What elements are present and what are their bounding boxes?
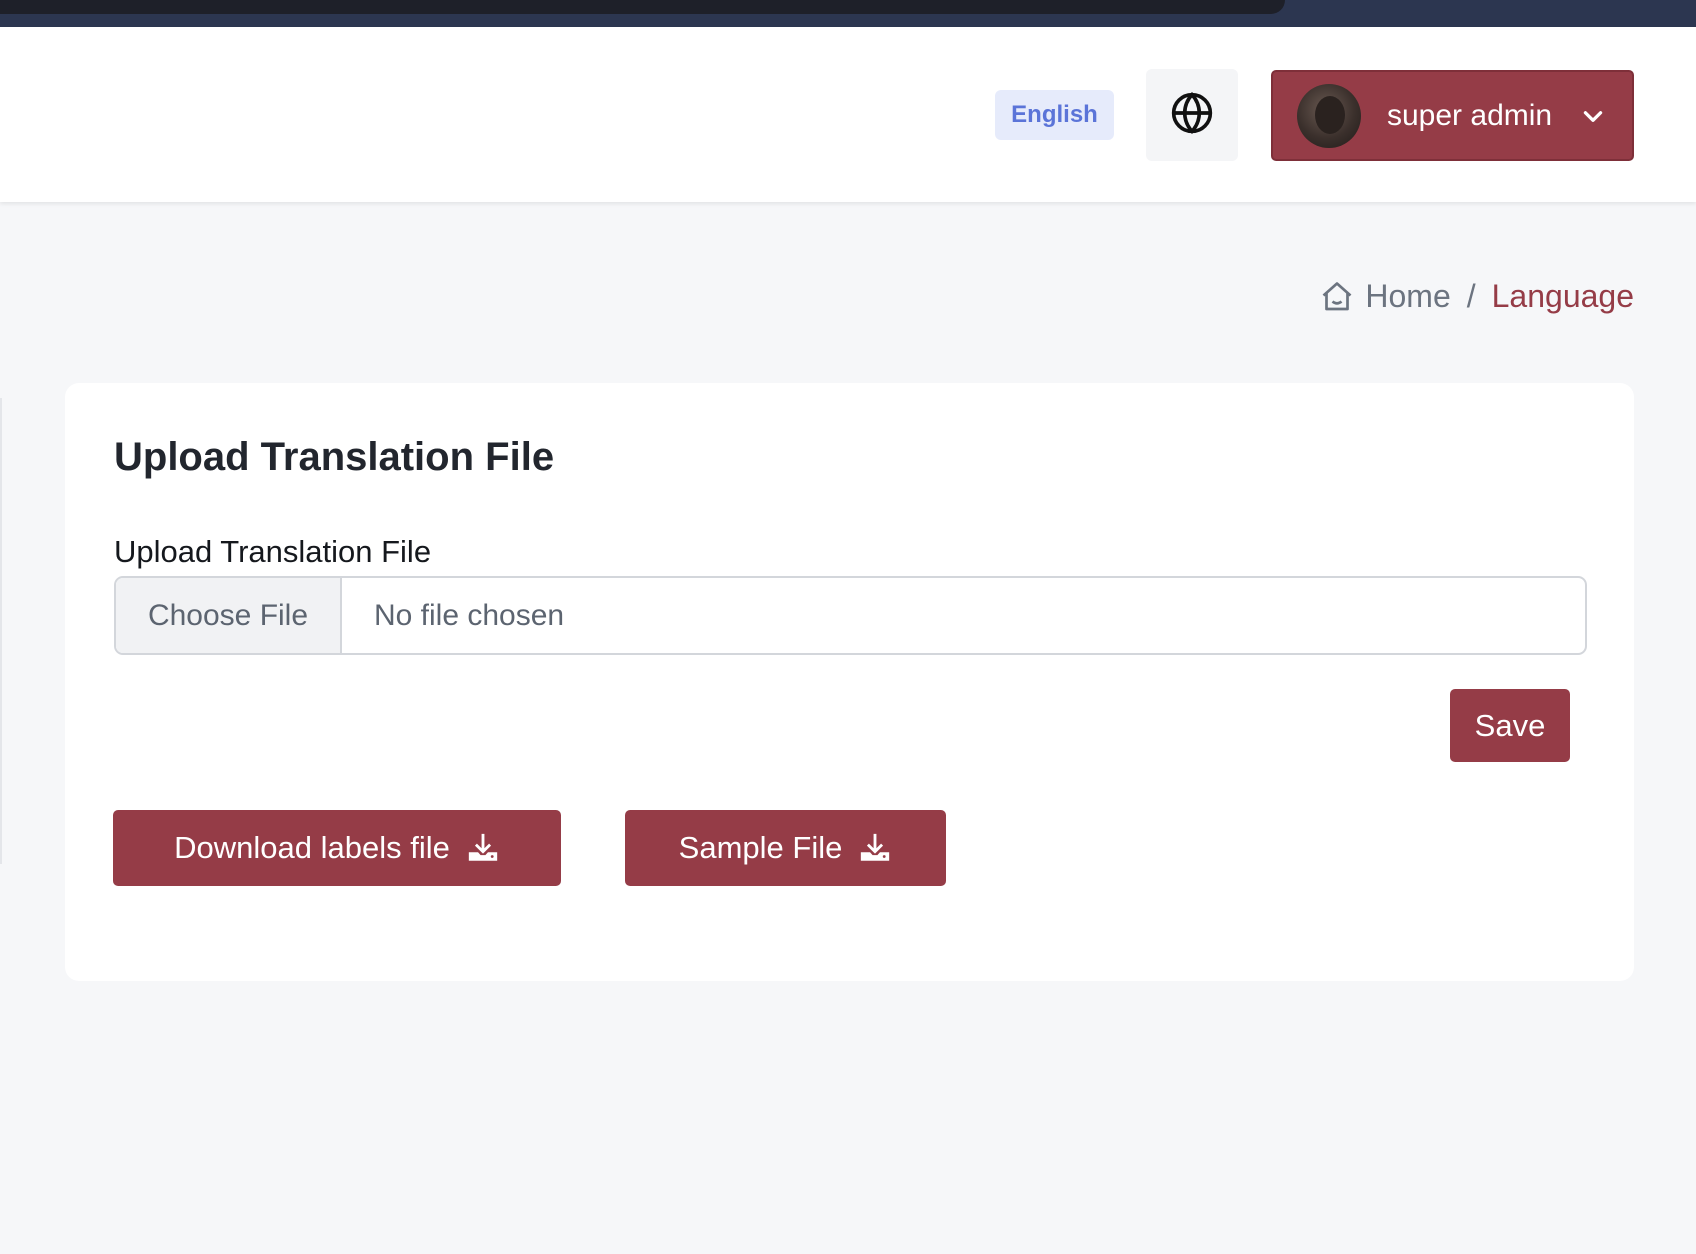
choose-file-button[interactable]: Choose File (116, 578, 342, 653)
save-button[interactable]: Save (1450, 689, 1570, 762)
file-upload-input[interactable]: Choose File No file chosen (114, 576, 1587, 655)
download-labels-label: Download labels file (174, 830, 450, 865)
file-status-text: No file chosen (374, 598, 565, 632)
download-icon (858, 831, 892, 865)
download-icon (466, 831, 500, 865)
breadcrumb-current: Language (1491, 278, 1634, 314)
language-switch-button[interactable] (1146, 69, 1238, 161)
user-menu-button[interactable]: super admin (1271, 70, 1634, 161)
breadcrumb: Home / Language (1319, 278, 1634, 315)
sample-file-label: Sample File (678, 830, 843, 865)
upload-card: Upload Translation File Upload Translati… (65, 383, 1634, 981)
download-labels-button[interactable]: Download labels file (113, 810, 561, 886)
user-name: super admin (1387, 98, 1553, 132)
top-navbar: English super admin (0, 27, 1696, 202)
browser-tab-bar (0, 0, 1285, 14)
language-badge[interactable]: English (995, 90, 1114, 140)
browser-chrome (0, 0, 1696, 27)
sidebar-edge (0, 398, 2, 864)
upload-field-label: Upload Translation File (114, 534, 432, 569)
chevron-down-icon (1580, 103, 1606, 129)
globe-icon (1170, 91, 1214, 140)
breadcrumb-separator: / (1466, 278, 1476, 314)
card-title: Upload Translation File (114, 435, 555, 479)
home-icon[interactable] (1319, 279, 1355, 315)
avatar (1297, 83, 1361, 148)
sample-file-button[interactable]: Sample File (625, 810, 946, 886)
breadcrumb-home-link[interactable]: Home (1365, 278, 1450, 315)
